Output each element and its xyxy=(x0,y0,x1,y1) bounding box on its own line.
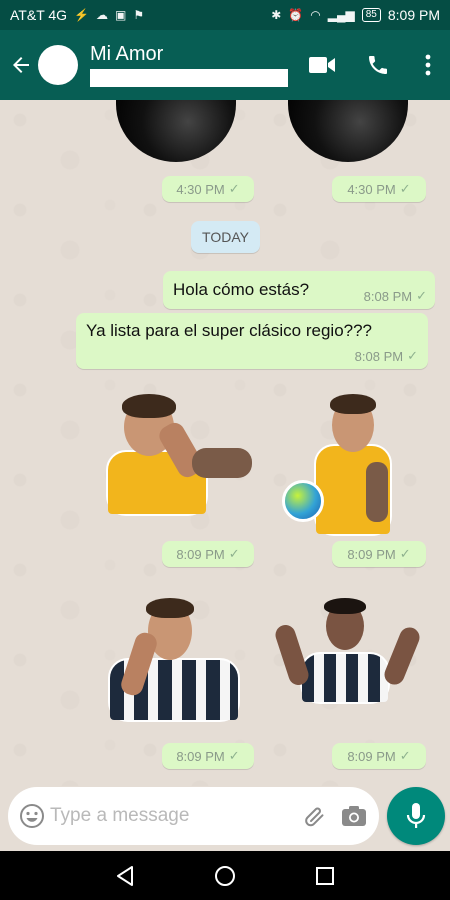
nav-recents-button[interactable] xyxy=(305,856,345,896)
sticker-timestamp: 8:09 PM ✓ xyxy=(332,743,426,769)
time-label: 8:09 PM xyxy=(176,748,225,764)
cloud-icon: ☁ xyxy=(96,8,109,22)
time-label: 4:30 PM xyxy=(176,181,225,197)
attach-button[interactable] xyxy=(295,787,334,845)
outgoing-message[interactable]: Hola cómo estás? 8:08 PM ✓ xyxy=(163,271,435,309)
date-divider: TODAY xyxy=(191,221,260,253)
more-vertical-icon xyxy=(425,54,431,76)
voice-call-button[interactable] xyxy=(350,30,406,100)
contact-status-redacted xyxy=(90,69,288,87)
check-icon: ✓ xyxy=(416,288,427,303)
sticker-timestamp: 4:30 PM ✓ xyxy=(162,176,254,202)
outgoing-message[interactable]: Ya lista para el super clásico regio??? … xyxy=(76,313,428,369)
time-label: 8:09 PM xyxy=(347,546,396,562)
sticker-player-striped-pointing[interactable] xyxy=(106,596,244,724)
signal-icon: ▂▄▆ xyxy=(327,8,355,22)
sticker-timestamp: 8:09 PM ✓ xyxy=(162,541,254,567)
emoji-icon xyxy=(20,804,44,828)
check-icon: ✓ xyxy=(228,181,240,196)
message-time: 8:08 PM xyxy=(354,348,404,364)
menu-button[interactable] xyxy=(406,30,450,100)
chat-area[interactable]: 4:30 PM ✓ 4:30 PM ✓ TODAY Hola cómo está… xyxy=(0,100,450,786)
circle-home-icon xyxy=(215,865,235,886)
camera-button[interactable] xyxy=(334,787,373,845)
chat-header: Mi Amor xyxy=(0,30,450,100)
status-time: 8:09 PM xyxy=(387,7,440,23)
message-text: Hola cómo estás? xyxy=(173,280,310,299)
time-label: 8:09 PM xyxy=(176,546,225,562)
microphone-icon xyxy=(406,803,426,828)
status-bar: AT&T 4G ⚡ ☁ ▣ ⚑ ✱ ⏰ ◠ ▂▄▆ 85 8:09 PM xyxy=(0,0,450,30)
alarm-icon: ⏰ xyxy=(288,8,304,22)
sticker-player-yellow-kiss[interactable] xyxy=(106,390,254,518)
paperclip-icon xyxy=(304,807,323,827)
check-icon: ✓ xyxy=(399,546,411,561)
check-icon: ✓ xyxy=(399,748,411,763)
emoji-button[interactable] xyxy=(14,787,50,845)
wifi-icon: ◠ xyxy=(310,8,321,22)
nav-back-button[interactable] xyxy=(105,856,145,896)
check-icon: ✓ xyxy=(228,748,240,763)
message-composer xyxy=(8,787,379,845)
bluetooth-icon: ✱ xyxy=(271,8,282,22)
system-navigation-bar xyxy=(0,851,450,900)
message-input[interactable] xyxy=(50,796,295,836)
contact-info[interactable]: Mi Amor xyxy=(90,43,290,87)
time-label: 4:30 PM xyxy=(347,181,396,197)
triangle-back-icon xyxy=(117,865,133,886)
camera-icon xyxy=(341,806,366,826)
soccer-ball xyxy=(282,480,324,522)
sticker-player-yellow-shush[interactable] xyxy=(278,392,396,538)
flag-icon: ⚑ xyxy=(133,8,145,22)
check-icon: ✓ xyxy=(399,181,411,196)
time-label: 8:09 PM xyxy=(347,748,396,764)
check-icon: ✓ xyxy=(228,546,240,561)
photo-icon: ▣ xyxy=(115,8,127,22)
sticker-timestamp: 8:09 PM ✓ xyxy=(162,743,254,769)
contact-avatar[interactable] xyxy=(38,45,78,85)
usb-icon: ⚡ xyxy=(74,8,90,22)
nav-home-button[interactable] xyxy=(205,856,245,896)
check-icon: ✓ xyxy=(407,348,418,363)
sticker-timestamp: 4:30 PM ✓ xyxy=(332,176,426,202)
sticker-player-striped-hands-up[interactable] xyxy=(272,596,423,706)
phone-icon xyxy=(369,56,387,74)
message-text: Ya lista para el super clásico regio??? xyxy=(86,321,373,340)
sticker-timestamp: 8:09 PM ✓ xyxy=(332,541,426,567)
video-call-button[interactable] xyxy=(294,30,350,100)
back-button[interactable] xyxy=(4,30,38,100)
message-time: 8:08 PM xyxy=(363,288,413,304)
voice-message-button[interactable] xyxy=(387,787,445,845)
square-recents-icon xyxy=(316,866,334,885)
battery-indicator: 85 xyxy=(361,8,381,22)
video-camera-icon xyxy=(309,57,335,73)
contact-name: Mi Amor xyxy=(90,43,164,65)
carrier-label: AT&T 4G xyxy=(10,7,68,23)
arrow-left-icon xyxy=(13,57,29,73)
